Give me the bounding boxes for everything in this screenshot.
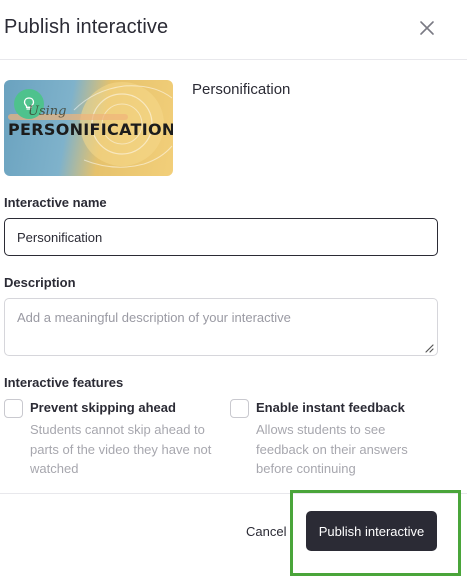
description-label: Description — [4, 275, 76, 290]
close-icon — [420, 21, 434, 35]
thumbnail-script-text: Using — [28, 104, 67, 119]
resize-handle-icon[interactable] — [424, 343, 434, 353]
close-button[interactable] — [417, 18, 437, 38]
video-name: Personification — [192, 81, 291, 98]
thumbnail-title: PERSONIFICATION — [8, 120, 173, 139]
prevent-skipping-checkbox[interactable] — [4, 399, 23, 418]
cancel-button[interactable]: Cancel — [238, 518, 294, 546]
feature-title: Prevent skipping ahead — [30, 400, 176, 415]
modal-header: Publish interactive — [0, 0, 467, 60]
instant-feedback-checkbox[interactable] — [230, 399, 249, 418]
publish-modal: Publish interactive Using PERSONIFICATIO… — [0, 0, 467, 583]
modal-title: Publish interactive — [4, 16, 169, 38]
feature-title: Enable instant feedback — [256, 400, 405, 415]
feature-description: Students cannot skip ahead to parts of t… — [30, 422, 212, 476]
interactive-name-input[interactable] — [4, 218, 438, 256]
feature-description: Allows students to see feedback on their… — [256, 422, 408, 476]
description-input[interactable] — [4, 298, 438, 356]
interactive-features-label: Interactive features — [4, 375, 124, 390]
publish-interactive-button[interactable]: Publish interactive — [306, 511, 437, 551]
video-thumbnail: Using PERSONIFICATION 3m — [4, 80, 173, 176]
interactive-name-label: Interactive name — [4, 195, 107, 210]
